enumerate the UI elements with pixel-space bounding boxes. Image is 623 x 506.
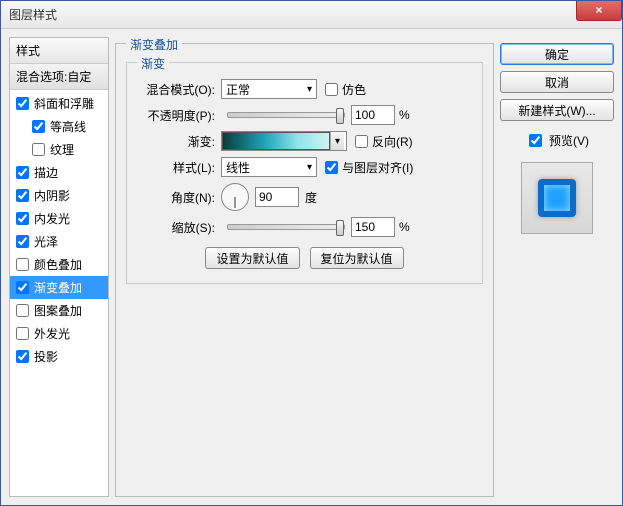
style-item-9[interactable]: 图案叠加	[10, 299, 108, 322]
close-button[interactable]: ×	[576, 1, 622, 21]
gradient-picker[interactable]: ▾	[221, 131, 347, 151]
reset-default-button[interactable]: 复位为默认值	[310, 247, 404, 269]
style-item-label: 图案叠加	[34, 302, 82, 319]
scale-slider[interactable]	[227, 224, 345, 230]
settings-panel: 渐变叠加 渐变 混合模式(O): 正常 ▾ 仿色	[115, 37, 494, 497]
style-item-10[interactable]: 外发光	[10, 322, 108, 345]
blend-mode-value: 正常	[226, 81, 250, 98]
style-item-5[interactable]: 内发光	[10, 207, 108, 230]
style-item-8[interactable]: 渐变叠加	[10, 276, 108, 299]
style-item-checkbox[interactable]	[16, 97, 29, 110]
preview-checkbox[interactable]: 预览(V)	[500, 131, 614, 150]
blend-mode-dropdown[interactable]: 正常 ▾	[221, 79, 317, 99]
align-label: 与图层对齐(I)	[342, 159, 413, 176]
opacity-label: 不透明度(P):	[137, 107, 221, 124]
gradient-swatch	[222, 132, 330, 150]
style-item-7[interactable]: 颜色叠加	[10, 253, 108, 276]
blend-options-header[interactable]: 混合选项:自定	[10, 64, 108, 90]
opacity-unit: %	[399, 108, 410, 122]
style-item-label: 颜色叠加	[34, 256, 82, 273]
layer-style-dialog: 图层样式 × 样式 混合选项:自定 斜面和浮雕等高线纹理描边内阴影内发光光泽颜色…	[0, 0, 623, 506]
new-style-button[interactable]: 新建样式(W)...	[500, 99, 614, 121]
preview-thumbnail	[521, 162, 593, 234]
group-title: 渐变叠加	[126, 36, 182, 53]
preview-label: 预览(V)	[549, 132, 589, 149]
style-item-checkbox[interactable]	[16, 304, 29, 317]
right-panel: 确定 取消 新建样式(W)... 预览(V)	[500, 37, 614, 497]
style-list-header[interactable]: 样式	[10, 38, 108, 64]
scale-label: 缩放(S):	[137, 219, 221, 236]
style-item-checkbox[interactable]	[16, 235, 29, 248]
style-item-checkbox[interactable]	[16, 350, 29, 363]
style-value: 线性	[226, 159, 250, 176]
dither-label: 仿色	[342, 81, 366, 98]
style-item-0[interactable]: 斜面和浮雕	[10, 92, 108, 115]
style-label: 样式(L):	[137, 159, 221, 176]
style-item-checkbox[interactable]	[16, 166, 29, 179]
style-item-11[interactable]: 投影	[10, 345, 108, 368]
angle-dial[interactable]	[221, 183, 249, 211]
set-default-button[interactable]: 设置为默认值	[205, 247, 299, 269]
style-list-panel: 样式 混合选项:自定 斜面和浮雕等高线纹理描边内阴影内发光光泽颜色叠加渐变叠加图…	[9, 37, 109, 497]
preview-swatch	[538, 179, 576, 217]
reverse-label: 反向(R)	[372, 133, 413, 150]
style-item-checkbox[interactable]	[16, 258, 29, 271]
titlebar: 图层样式 ×	[1, 1, 622, 29]
cancel-button[interactable]: 取消	[500, 71, 614, 93]
style-item-6[interactable]: 光泽	[10, 230, 108, 253]
angle-input[interactable]: 90	[255, 187, 299, 207]
style-item-label: 斜面和浮雕	[34, 95, 94, 112]
style-item-checkbox[interactable]	[16, 281, 29, 294]
style-item-label: 等高线	[50, 118, 86, 135]
inner-title: 渐变	[137, 55, 169, 72]
style-item-checkbox[interactable]	[16, 327, 29, 340]
blend-mode-label: 混合模式(O):	[137, 81, 221, 98]
angle-label: 角度(N):	[137, 189, 221, 206]
gradient-label: 渐变:	[137, 133, 221, 150]
chevron-down-icon: ▾	[330, 132, 344, 150]
ok-button[interactable]: 确定	[500, 43, 614, 65]
style-item-label: 光泽	[34, 233, 58, 250]
style-dropdown[interactable]: 线性 ▾	[221, 157, 317, 177]
scale-input[interactable]: 150	[351, 217, 395, 237]
style-item-3[interactable]: 描边	[10, 161, 108, 184]
angle-unit: 度	[305, 189, 317, 206]
opacity-slider[interactable]	[227, 112, 345, 118]
reverse-checkbox[interactable]: 反向(R)	[355, 133, 413, 150]
chevron-down-icon: ▾	[307, 84, 312, 95]
style-item-checkbox[interactable]	[16, 189, 29, 202]
style-item-checkbox[interactable]	[32, 120, 45, 133]
style-item-4[interactable]: 内阴影	[10, 184, 108, 207]
style-item-label: 投影	[34, 348, 58, 365]
style-item-label: 渐变叠加	[34, 279, 82, 296]
style-item-label: 纹理	[50, 141, 74, 158]
style-item-1[interactable]: 等高线	[10, 115, 108, 138]
scale-unit: %	[399, 220, 410, 234]
dither-checkbox[interactable]: 仿色	[325, 81, 366, 98]
style-item-2[interactable]: 纹理	[10, 138, 108, 161]
style-item-label: 描边	[34, 164, 58, 181]
style-item-label: 内发光	[34, 210, 70, 227]
align-checkbox[interactable]: 与图层对齐(I)	[325, 159, 413, 176]
style-item-label: 内阴影	[34, 187, 70, 204]
style-item-label: 外发光	[34, 325, 70, 342]
opacity-input[interactable]: 100	[351, 105, 395, 125]
window-title: 图层样式	[9, 6, 57, 23]
style-item-checkbox[interactable]	[32, 143, 45, 156]
chevron-down-icon: ▾	[307, 162, 312, 173]
style-item-checkbox[interactable]	[16, 212, 29, 225]
